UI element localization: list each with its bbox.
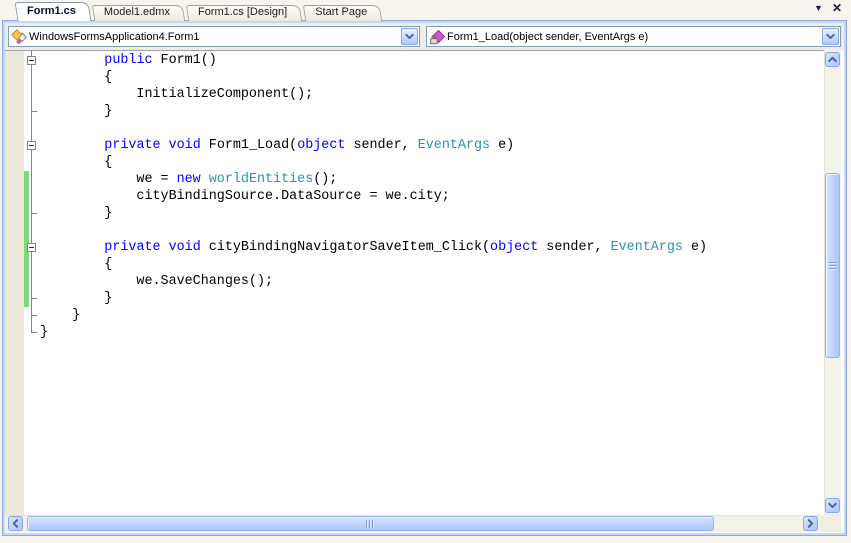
members-combobox-dropdown-button[interactable] — [822, 28, 839, 45]
editor-top-divider — [5, 50, 824, 51]
thumb-grip — [366, 520, 375, 528]
fold-end-tick — [32, 315, 37, 316]
code-line[interactable]: } — [40, 324, 707, 341]
fold-line — [31, 50, 32, 333]
code-line[interactable]: InitializeComponent(); — [40, 86, 707, 103]
minus-glyph — [29, 247, 34, 248]
minus-glyph — [29, 60, 34, 61]
vertical-scrollbar[interactable] — [824, 50, 841, 515]
tab-start-page[interactable]: Start Page — [304, 5, 381, 21]
minus-glyph — [29, 145, 34, 146]
tab-model1-edmx[interactable]: Model1.edmx — [93, 5, 184, 21]
scroll-right-button[interactable] — [803, 516, 818, 531]
close-icon[interactable]: ✕ — [832, 2, 842, 14]
members-combobox-value: Form1_Load(object sender, EventArgs e) — [447, 30, 840, 43]
window-menu-icon[interactable]: ▼ — [814, 2, 823, 14]
navigation-bar: WindowsFormsApplication4.Form1 Form1_Loa… — [5, 23, 844, 50]
code-line[interactable]: public Form1() — [40, 52, 707, 69]
scrollbar-corner — [820, 515, 841, 532]
horizontal-scrollbar[interactable] — [5, 515, 820, 532]
code-line[interactable]: } — [40, 290, 707, 307]
window-buttons: ▼ ✕ — [814, 2, 842, 14]
types-combobox-value: WindowsFormsApplication4.Form1 — [29, 30, 419, 43]
code-line[interactable] — [40, 222, 707, 239]
horizontal-scrollbar-thumb[interactable] — [27, 516, 714, 531]
tab-label: Form1.cs — [27, 5, 76, 17]
fold-margin — [5, 50, 45, 515]
fold-end-tick — [32, 298, 37, 299]
fold-collapse-icon[interactable] — [27, 56, 36, 65]
code-line[interactable]: cityBindingSource.DataSource = we.city; — [40, 188, 707, 205]
chevron-down-icon — [404, 32, 415, 41]
chevron-down-icon — [825, 32, 836, 41]
vertical-scrollbar-thumb[interactable] — [825, 173, 840, 358]
types-combobox[interactable]: WindowsFormsApplication4.Form1 — [8, 26, 420, 47]
tab-form1-cs-design[interactable]: Form1.cs [Design] — [187, 5, 301, 21]
code-lines: public Form1() { InitializeComponent(); … — [40, 52, 707, 341]
tab-form1-cs[interactable]: Form1.cs — [16, 2, 90, 21]
code-line[interactable]: we.SaveChanges(); — [40, 273, 707, 290]
tab-label: Form1.cs [Design] — [198, 6, 287, 18]
tab-label: Start Page — [315, 6, 367, 18]
code-line[interactable]: private void Form1_Load(object sender, E… — [40, 137, 707, 154]
types-combobox-dropdown-button[interactable] — [401, 28, 418, 45]
fold-end-tick — [32, 332, 37, 333]
tab-list: Form1.cs Model1.edmx Form1.cs [Design] Star… — [16, 2, 381, 21]
code-line[interactable]: { — [40, 69, 707, 86]
code-line[interactable]: { — [40, 154, 707, 171]
code-line[interactable]: } — [40, 205, 707, 222]
code-line[interactable]: we = new worldEntities(); — [40, 171, 707, 188]
fold-end-tick — [32, 213, 37, 214]
method-private-icon — [429, 29, 445, 45]
code-editor-window: Form1.cs Model1.edmx Form1.cs [Design] Star… — [0, 0, 851, 543]
scroll-up-button[interactable] — [825, 52, 840, 67]
scroll-down-button[interactable] — [825, 498, 840, 513]
code-line[interactable]: } — [40, 307, 707, 324]
scroll-left-button[interactable] — [8, 516, 23, 531]
code-line[interactable] — [40, 120, 707, 137]
document-tab-bar: Form1.cs Model1.edmx Form1.cs [Design] Star… — [0, 0, 851, 21]
code-line[interactable]: { — [40, 256, 707, 273]
fold-collapse-icon[interactable] — [27, 141, 36, 150]
chevron-down-icon — [827, 501, 838, 510]
members-combobox[interactable]: Form1_Load(object sender, EventArgs e) — [426, 26, 841, 47]
fold-end-tick — [32, 111, 37, 112]
class-icon — [11, 29, 27, 45]
thumb-grip — [829, 262, 837, 270]
code-line[interactable]: } — [40, 103, 707, 120]
chevron-up-icon — [827, 55, 838, 64]
tab-label: Model1.edmx — [104, 6, 170, 18]
chevron-left-icon — [11, 518, 20, 529]
code-line[interactable]: private void cityBindingNavigatorSaveIte… — [40, 239, 707, 256]
chevron-right-icon — [806, 518, 815, 529]
code-editor[interactable]: public Form1() { InitializeComponent(); … — [5, 50, 824, 515]
fold-collapse-icon[interactable] — [27, 243, 36, 252]
